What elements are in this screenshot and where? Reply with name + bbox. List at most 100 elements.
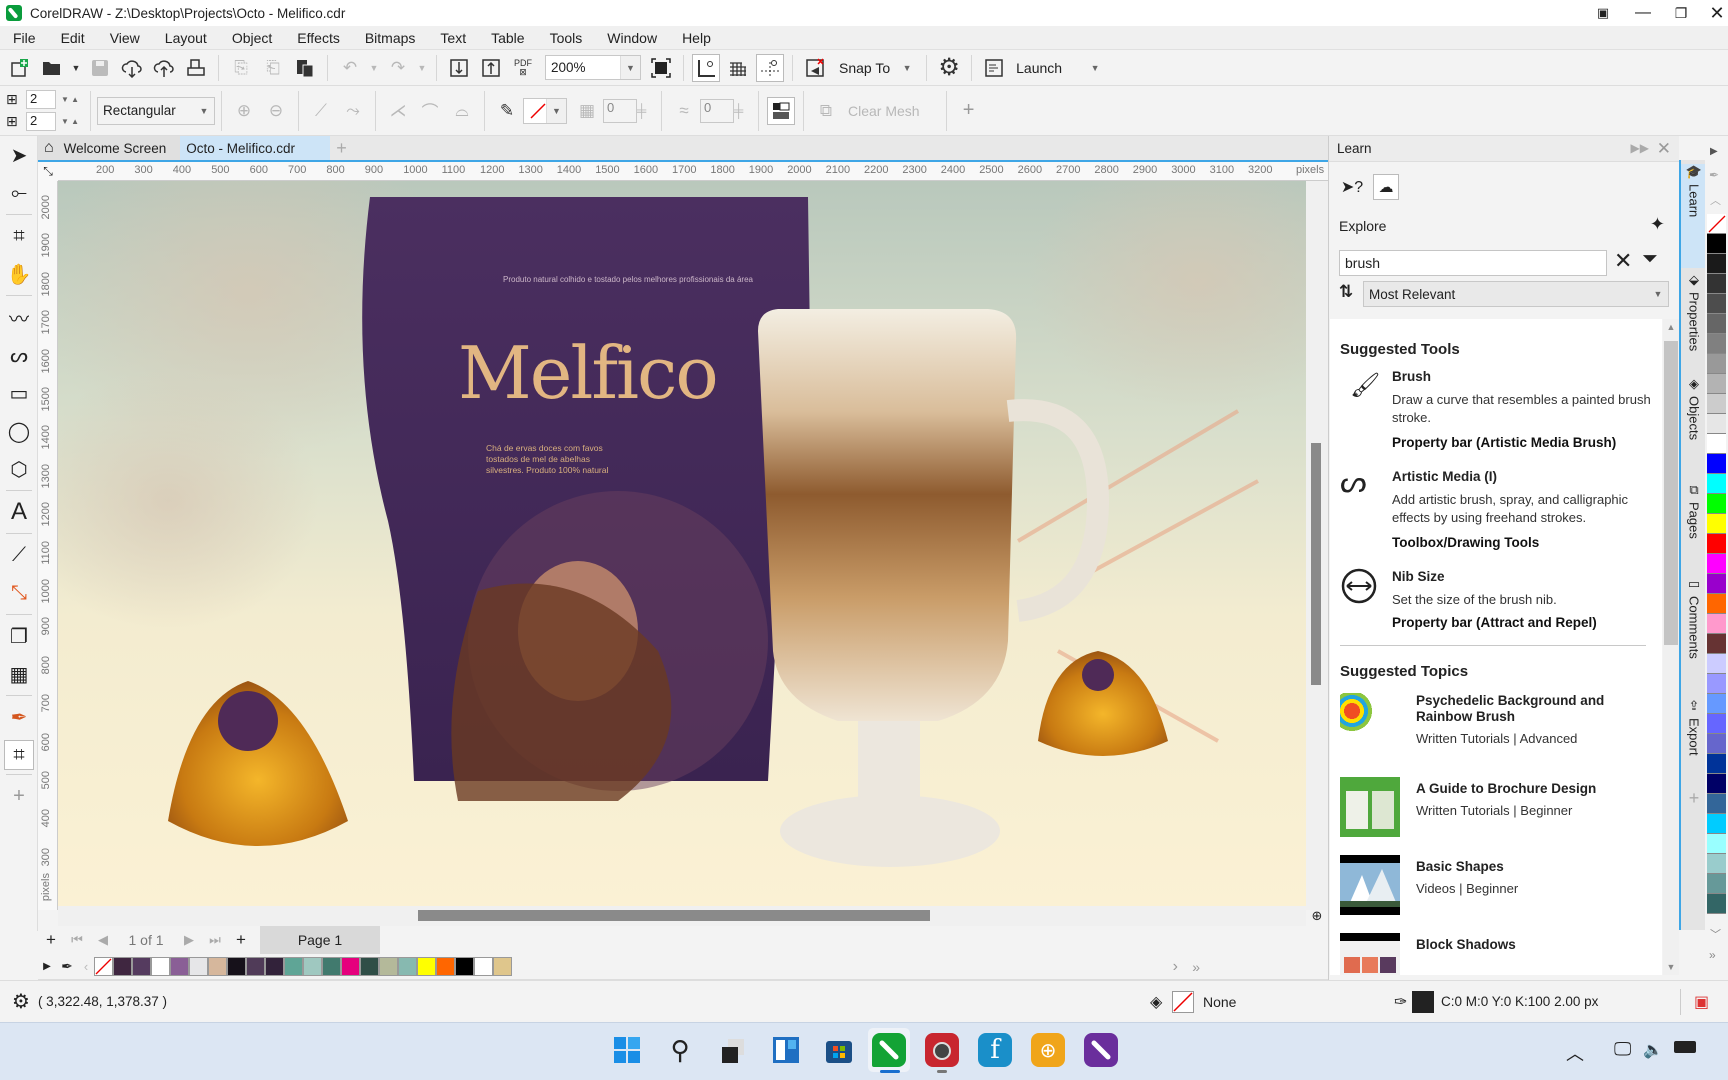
color-swatch[interactable]	[1707, 574, 1726, 594]
color-swatch[interactable]	[1707, 374, 1726, 394]
horizontal-scrollbar[interactable]	[58, 906, 1306, 926]
add-tool-button[interactable]: +	[0, 777, 38, 815]
undo-icon[interactable]: ↶	[336, 54, 364, 82]
color-eyedropper-tool-icon[interactable]: ✒	[0, 698, 38, 736]
grid-rows-input[interactable]: 2	[26, 90, 56, 109]
docker-tab-objects[interactable]: ◈ Objects	[1681, 376, 1707, 472]
grid-type-dropdown[interactable]: Rectangular ▼	[97, 96, 215, 125]
shape-tool-icon[interactable]: ⟜	[0, 174, 38, 212]
status-settings-gear-icon[interactable]: ⚙	[12, 989, 30, 1014]
docker-close-icon[interactable]: ✕	[1657, 139, 1671, 159]
last-page-icon[interactable]: ⏭	[202, 932, 228, 948]
color-swatch[interactable]	[1707, 554, 1726, 574]
sort-dropdown[interactable]: Most Relevant ▼	[1363, 281, 1669, 307]
export-icon[interactable]	[477, 54, 505, 82]
color-swatch[interactable]	[1707, 354, 1726, 374]
docker-tab-export[interactable]: ⇪ Export	[1681, 698, 1707, 776]
columns-spinner[interactable]: ▼ ▲	[56, 117, 84, 126]
clear-search-icon[interactable]: ✕	[1614, 248, 1632, 274]
menu-bitmaps[interactable]: Bitmaps	[365, 30, 416, 46]
palette-swatch[interactable]	[436, 957, 455, 976]
palette-scroll-down-icon[interactable]: ﹀	[1710, 926, 1721, 942]
dimension-tool-icon[interactable]: ⟋	[0, 536, 38, 574]
save-icon[interactable]	[86, 54, 114, 82]
full-screen-preview-icon[interactable]	[647, 54, 675, 82]
palette-swatch[interactable]	[265, 957, 284, 976]
freehand-tool-icon[interactable]: 〰	[0, 298, 38, 336]
color-swatch[interactable]	[1707, 674, 1726, 694]
color-swatch[interactable]	[1707, 714, 1726, 734]
color-swatch[interactable]	[1707, 774, 1726, 794]
drawing-canvas[interactable]: Produto natural colhido e tostado pelos …	[58, 181, 1306, 906]
palette-swatch[interactable]	[227, 957, 246, 976]
color-swatch[interactable]	[1707, 394, 1726, 414]
color-swatch[interactable]	[1707, 214, 1726, 234]
color-swatch[interactable]	[1707, 794, 1726, 814]
transparency-input[interactable]: 0	[603, 98, 637, 123]
palette-eyedropper-icon[interactable]: ✒	[1709, 168, 1719, 182]
eyedropper-icon[interactable]: ✎	[493, 97, 521, 125]
palette-swatch[interactable]	[417, 957, 436, 976]
zoom-level-dropdown[interactable]: 200% ▼	[545, 55, 641, 80]
palette-swatch[interactable]	[113, 957, 132, 976]
palette-swatch[interactable]	[189, 957, 208, 976]
color-swatch[interactable]	[1707, 594, 1726, 614]
copy-icon[interactable]: ⎗	[259, 54, 287, 82]
ellipse-tool-icon[interactable]: ◯	[0, 412, 38, 450]
launch-button[interactable]: Launch	[1016, 60, 1062, 76]
vertical-scrollbar[interactable]	[1306, 181, 1328, 910]
snap-off-icon[interactable]	[801, 54, 829, 82]
color-swatch[interactable]	[1707, 454, 1726, 474]
show-grid-icon[interactable]	[724, 54, 752, 82]
show-hidden-icons-chevron-icon[interactable]: ︿	[1566, 1040, 1584, 1066]
color-swatch[interactable]	[1707, 334, 1726, 354]
palette-swatch[interactable]	[341, 957, 360, 976]
capture-app-icon[interactable]: ⊕	[1031, 1033, 1065, 1067]
add-page-before-button[interactable]: +	[38, 930, 64, 950]
launch-icon[interactable]	[980, 54, 1008, 82]
widgets-icon[interactable]	[769, 1033, 803, 1067]
learn-search-input[interactable]: brush	[1339, 250, 1607, 276]
snap-to-label[interactable]: Snap To	[839, 60, 890, 76]
convert-to-curve-icon[interactable]: ⤳	[339, 97, 367, 125]
color-swatch[interactable]	[1707, 494, 1726, 514]
color-swatch[interactable]	[1707, 534, 1726, 554]
horizontal-ruler[interactable]: 200 300 400 500 600 700 800 900 1000 1100 1200 1300…	[58, 160, 1328, 181]
rows-spinner[interactable]: ▼ ▲	[56, 95, 84, 104]
clear-mesh-icon[interactable]: ⧉	[812, 97, 840, 125]
previous-page-icon[interactable]: ◀	[90, 932, 116, 948]
color-swatch[interactable]	[1707, 434, 1726, 454]
undo-dropdown-icon[interactable]: ▼	[368, 54, 380, 82]
results-scroll-thumb[interactable]	[1664, 341, 1678, 645]
color-swatch[interactable]	[1707, 274, 1726, 294]
docker-tab-learn[interactable]: 🎓 Learn	[1681, 164, 1707, 268]
palette-expand-icon[interactable]: ▶	[38, 961, 56, 972]
zoom-navigator-icon[interactable]: ⊕	[1306, 906, 1328, 926]
rectangle-tool-icon[interactable]: ▭	[0, 374, 38, 412]
menu-table[interactable]: Table	[491, 30, 524, 46]
ruler-origin-icon[interactable]: ⤡	[38, 160, 58, 181]
palette-swatch[interactable]	[398, 957, 417, 976]
topic-result[interactable]: Psychedelic Background and Rainbow Brush…	[1340, 693, 1660, 757]
topic-result[interactable]: Block Shadows	[1340, 933, 1660, 975]
show-rulers-icon[interactable]	[692, 53, 720, 82]
drop-shadow-tool-icon[interactable]: ❐	[0, 617, 38, 655]
paste-icon[interactable]	[291, 54, 319, 82]
color-swatch[interactable]	[1707, 254, 1726, 274]
palette-swatch[interactable]	[322, 957, 341, 976]
palette-swatch[interactable]	[474, 957, 493, 976]
task-view-icon[interactable]	[716, 1033, 750, 1067]
palette-swatch[interactable]	[208, 957, 227, 976]
menu-file[interactable]: File	[13, 30, 36, 46]
text-tool-icon[interactable]: A	[0, 493, 38, 531]
mesh-fill-tool-icon[interactable]: ⌗	[4, 740, 34, 770]
open-icon[interactable]	[38, 54, 66, 82]
palette-scroll-left-icon[interactable]: ‹	[78, 959, 94, 974]
menu-text[interactable]: Text	[440, 30, 466, 46]
transparency-slider[interactable]: ╪	[637, 103, 655, 118]
start-icon[interactable]	[610, 1033, 644, 1067]
color-proof-icon[interactable]: ▣	[1694, 992, 1709, 1012]
network-icon[interactable]: 🖵	[1614, 1039, 1631, 1060]
menu-tools[interactable]: Tools	[550, 30, 583, 46]
cloud-download-icon[interactable]	[118, 54, 146, 82]
